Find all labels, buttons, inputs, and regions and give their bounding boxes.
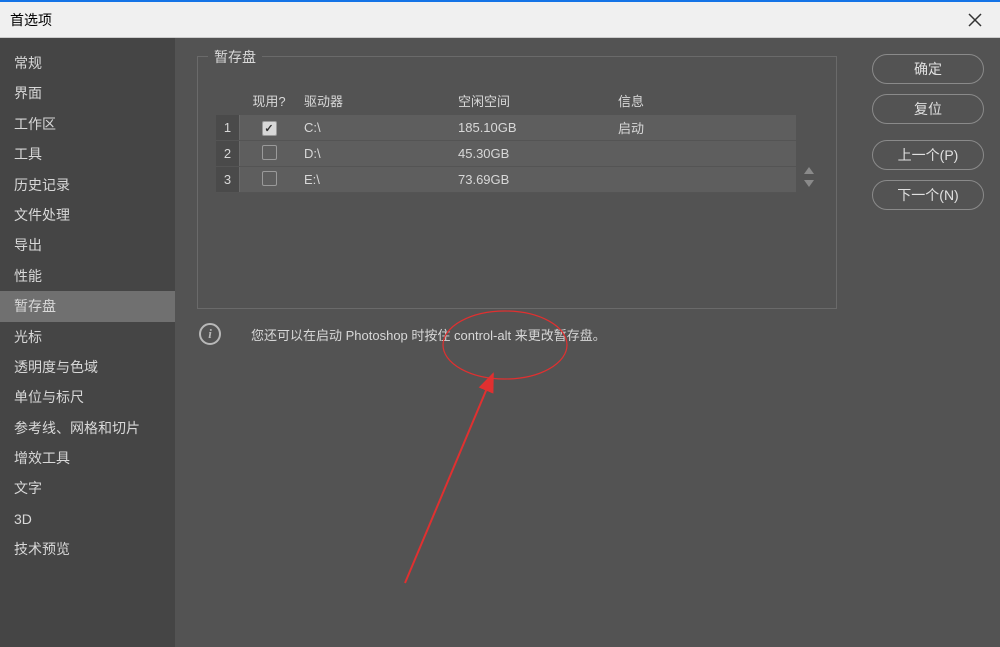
sidebar: 常规界面工作区工具历史记录文件处理导出性能暂存盘光标透明度与色域单位与标尺参考线…: [0, 38, 175, 647]
col-drive-header: 驱动器: [298, 91, 458, 110]
next-button[interactable]: 下一个(N): [872, 180, 984, 210]
row-active-cell: [240, 120, 298, 136]
sidebar-item[interactable]: 技术预览: [0, 534, 175, 564]
close-icon: [968, 13, 982, 27]
sidebar-item[interactable]: 历史记录: [0, 170, 175, 200]
active-checkbox[interactable]: [262, 121, 277, 136]
col-active-header: 现用?: [240, 91, 298, 110]
table-row[interactable]: 1 C:\185.10GB启动: [216, 115, 796, 141]
active-checkbox[interactable]: [262, 171, 277, 186]
row-active-cell: [240, 171, 298, 189]
row-order-arrows: [800, 87, 818, 191]
sidebar-item[interactable]: 界面: [0, 78, 175, 108]
sidebar-item[interactable]: 性能: [0, 261, 175, 291]
active-checkbox[interactable]: [262, 145, 277, 160]
col-free-header: 空闲空间: [458, 91, 618, 110]
row-number: 1: [216, 115, 240, 140]
sidebar-item[interactable]: 工作区: [0, 109, 175, 139]
sidebar-item[interactable]: 3D: [0, 504, 175, 534]
table-wrap: 现用? 驱动器 空闲空间 信息 1 C:\185.10GB启动 2 D:\45.30G…: [216, 87, 818, 193]
preferences-window: 首选项 常规界面工作区工具历史记录文件处理导出性能暂存盘光标透明度与色域单位与标…: [0, 0, 1000, 647]
row-number: 3: [216, 167, 240, 192]
hint-text: 您还可以在启动 Photoshop 时按住 control-alt 来更改暂存盘…: [251, 325, 606, 344]
content-area: 常规界面工作区工具历史记录文件处理导出性能暂存盘光标透明度与色域单位与标尺参考线…: [0, 38, 1000, 647]
sidebar-item[interactable]: 工具: [0, 139, 175, 169]
ok-button[interactable]: 确定: [872, 54, 984, 84]
close-button[interactable]: [960, 5, 990, 35]
table-header: 现用? 驱动器 空闲空间 信息: [216, 87, 796, 113]
row-drive: D:\: [298, 146, 458, 161]
info-icon: i: [199, 323, 221, 345]
row-free: 45.30GB: [458, 146, 618, 161]
move-up-button[interactable]: [804, 167, 814, 174]
sidebar-item[interactable]: 暂存盘: [0, 291, 175, 321]
row-drive: C:\: [298, 120, 458, 135]
sidebar-item[interactable]: 单位与标尺: [0, 382, 175, 412]
sidebar-item[interactable]: 光标: [0, 322, 175, 352]
sidebar-item[interactable]: 导出: [0, 230, 175, 260]
row-drive: E:\: [298, 172, 458, 187]
titlebar: 首选项: [0, 2, 1000, 38]
row-info: 启动: [618, 118, 796, 137]
move-down-button[interactable]: [804, 180, 814, 187]
prev-button[interactable]: 上一个(P): [872, 140, 984, 170]
window-title: 首选项: [10, 10, 52, 30]
sidebar-item[interactable]: 增效工具: [0, 443, 175, 473]
scratch-disks-fieldset: 暂存盘 现用? 驱动器 空闲空间 信息 1C:\185.10GB启动2D:\45…: [197, 56, 837, 309]
col-info-header: 信息: [618, 91, 796, 110]
row-free: 73.69GB: [458, 172, 618, 187]
fieldset-legend: 暂存盘: [208, 47, 262, 67]
scratch-disks-table: 现用? 驱动器 空闲空间 信息 1 C:\185.10GB启动 2 D:\45.30G…: [216, 87, 796, 193]
sidebar-item[interactable]: 参考线、网格和切片: [0, 413, 175, 443]
row-active-cell: [240, 145, 298, 163]
hint-row: i 您还可以在启动 Photoshop 时按住 control-alt 来更改暂…: [197, 323, 988, 345]
reset-button[interactable]: 复位: [872, 94, 984, 124]
row-number: 2: [216, 141, 240, 166]
dialog-buttons: 确定 复位 上一个(P) 下一个(N): [872, 54, 984, 210]
sidebar-item[interactable]: 透明度与色域: [0, 352, 175, 382]
table-row[interactable]: 3 E:\73.69GB: [216, 167, 796, 193]
sidebar-item[interactable]: 常规: [0, 48, 175, 78]
row-free: 185.10GB: [458, 120, 618, 135]
table-row[interactable]: 2 D:\45.30GB: [216, 141, 796, 167]
sidebar-item[interactable]: 文件处理: [0, 200, 175, 230]
sidebar-item[interactable]: 文字: [0, 473, 175, 503]
